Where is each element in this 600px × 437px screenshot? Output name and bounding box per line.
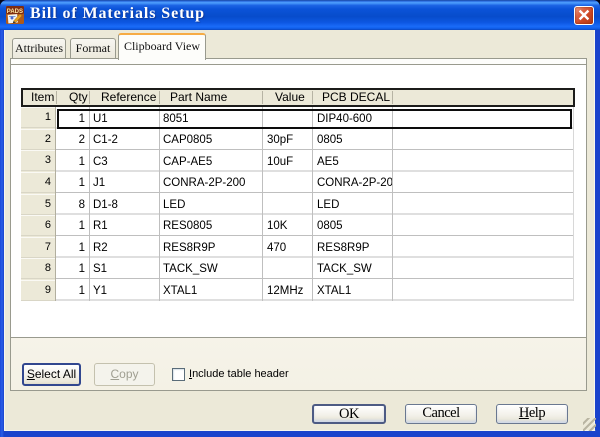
svg-text:PADS: PADS bbox=[7, 9, 23, 15]
